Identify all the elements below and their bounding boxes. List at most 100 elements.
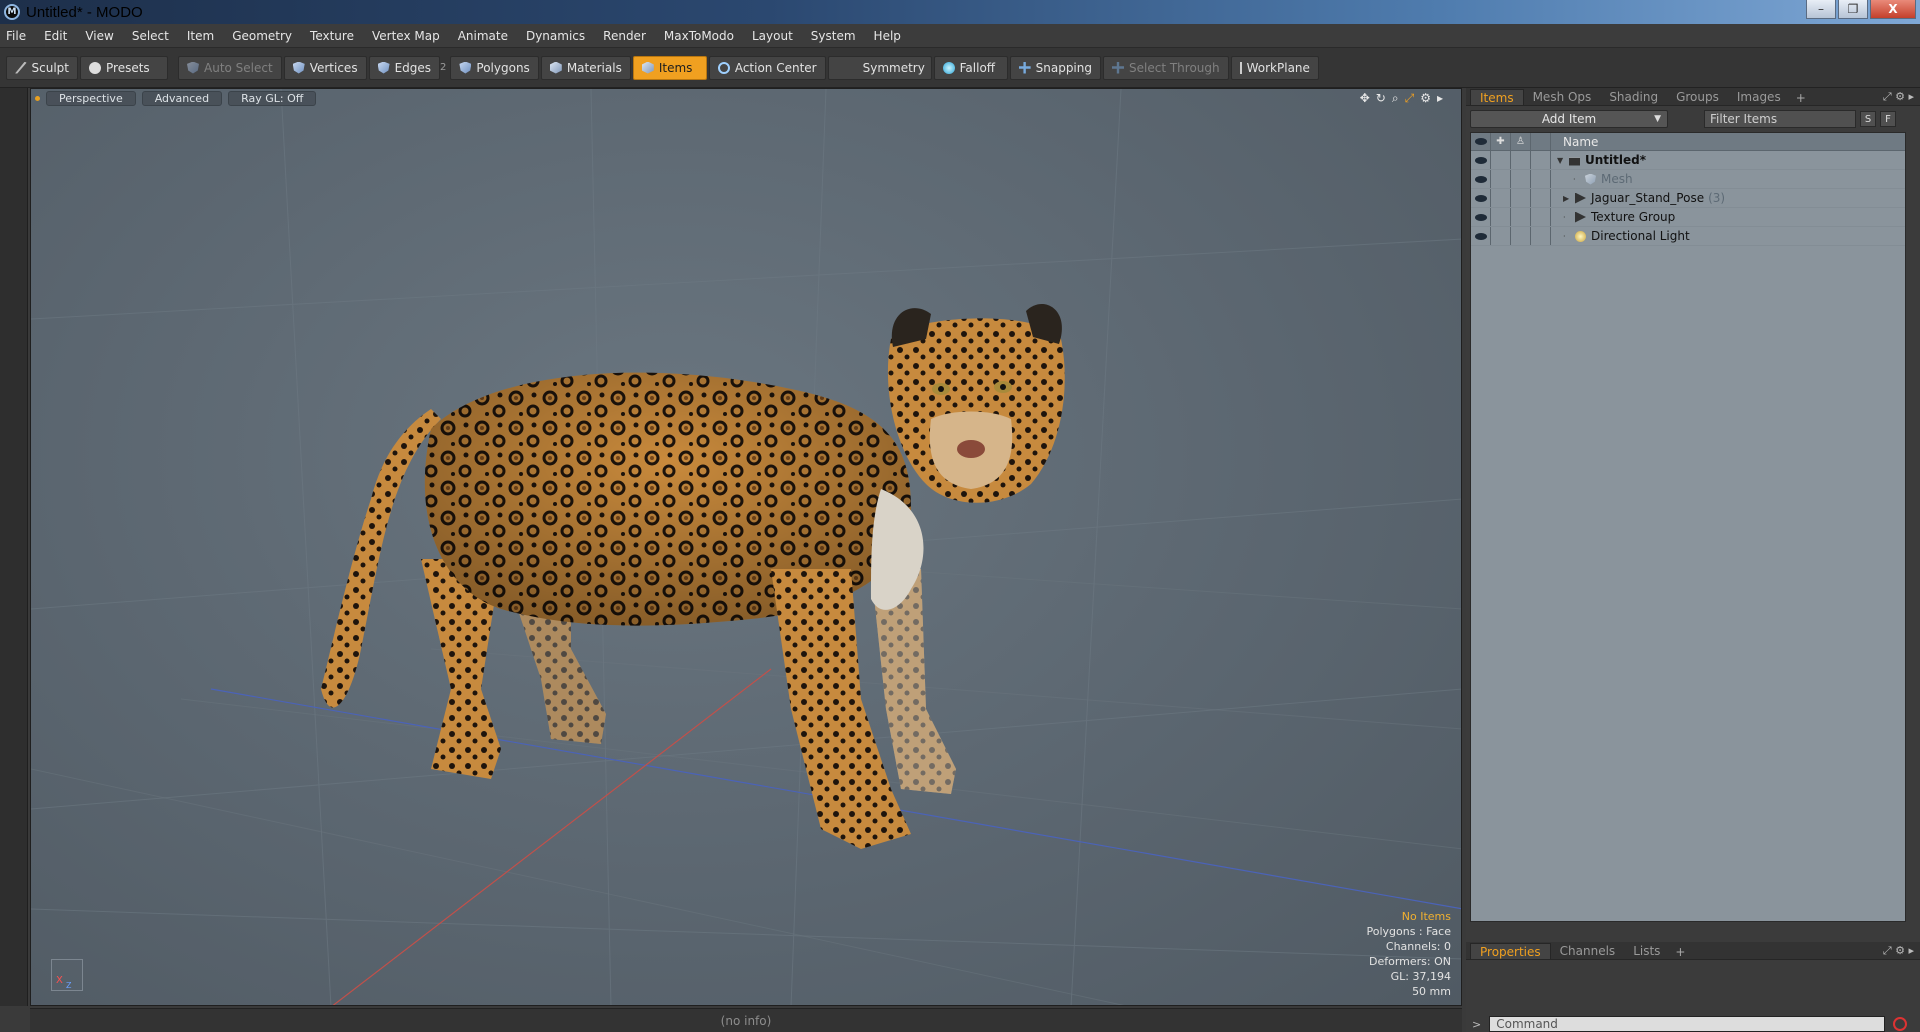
visibility-column-header[interactable] bbox=[1471, 133, 1491, 150]
close-button[interactable]: X bbox=[1870, 0, 1916, 19]
command-input[interactable]: Command bbox=[1489, 1016, 1886, 1032]
tree-row-untitled[interactable]: ▼ Untitled* bbox=[1471, 151, 1905, 170]
select-through-button[interactable]: Select Through bbox=[1103, 55, 1229, 80]
mesh-icon bbox=[1585, 173, 1596, 185]
tree-row-mesh[interactable]: · Mesh bbox=[1471, 170, 1905, 189]
menu-view[interactable]: View bbox=[85, 29, 113, 43]
filter-items-input[interactable]: Filter Items bbox=[1704, 110, 1856, 128]
select-through-icon bbox=[1112, 61, 1124, 74]
command-bar: > Command bbox=[1466, 1016, 1920, 1032]
workplane-button[interactable]: WorkPlane bbox=[1230, 55, 1319, 80]
right-panel: Items Mesh Ops Shading Groups Images + ⤢… bbox=[1466, 88, 1920, 1032]
zoom-icon[interactable]: ⌕ bbox=[1392, 91, 1399, 106]
eye-icon bbox=[1474, 213, 1487, 221]
add-tab-icon[interactable]: + bbox=[1669, 945, 1691, 959]
items-button[interactable]: Items bbox=[632, 55, 707, 80]
advanced-tab[interactable]: Advanced bbox=[141, 90, 223, 106]
menu-geometry[interactable]: Geometry bbox=[232, 29, 292, 43]
tab-images[interactable]: Images bbox=[1728, 89, 1790, 105]
menu-dynamics[interactable]: Dynamics bbox=[526, 29, 585, 43]
jaguar-model[interactable] bbox=[31, 89, 1462, 1006]
viewport-info-overlay: No Items Polygons : Face Channels: 0 Def… bbox=[1366, 909, 1451, 999]
items-icon bbox=[641, 61, 654, 74]
modo-app-icon: M bbox=[4, 4, 20, 20]
menu-animate[interactable]: Animate bbox=[458, 29, 508, 43]
edges-button[interactable]: Edges bbox=[368, 55, 441, 80]
s-button[interactable]: S bbox=[1860, 111, 1876, 127]
axis-z-label: Z bbox=[66, 981, 72, 990]
window-controls: – ❐ X bbox=[1806, 0, 1916, 19]
tab-properties[interactable]: Properties bbox=[1470, 943, 1551, 959]
eye-icon bbox=[1474, 138, 1487, 145]
lock-column-header[interactable]: ✚ bbox=[1491, 133, 1511, 150]
scene-icon bbox=[1569, 157, 1580, 166]
presets-button[interactable]: Presets bbox=[80, 55, 168, 80]
presets-icon bbox=[89, 61, 101, 74]
panel-tools-icons[interactable]: ⤢ ⚙ ▸ bbox=[1883, 944, 1914, 958]
menu-texture[interactable]: Texture bbox=[310, 29, 354, 43]
materials-button[interactable]: Materials bbox=[540, 55, 631, 80]
item-label: Jaguar_Stand_Pose bbox=[1591, 191, 1705, 205]
expand-arrow-icon[interactable]: ▼ bbox=[1557, 156, 1567, 165]
tab-groups[interactable]: Groups bbox=[1667, 89, 1728, 105]
command-prompt: > bbox=[1472, 1017, 1482, 1031]
add-item-dropdown[interactable]: Add Item ▼ bbox=[1470, 110, 1668, 128]
add-tab-icon[interactable]: + bbox=[1790, 91, 1812, 105]
rotate-icon[interactable]: ↻ bbox=[1376, 91, 1386, 106]
auto-select-button[interactable]: Auto Select bbox=[178, 55, 282, 80]
f-button[interactable]: F bbox=[1880, 111, 1896, 127]
properties-panel-tabs: Properties Channels Lists + ⤢ ⚙ ▸ bbox=[1466, 942, 1920, 960]
menu-item[interactable]: Item bbox=[187, 29, 214, 43]
tab-channels[interactable]: Channels bbox=[1551, 943, 1625, 959]
perspective-tab[interactable]: Perspective bbox=[46, 90, 136, 106]
vertices-button[interactable]: Vertices bbox=[283, 55, 367, 80]
tab-mesh-ops[interactable]: Mesh Ops bbox=[1524, 89, 1601, 105]
tree-row-jaguar[interactable]: ▶ Jaguar_Stand_Pose (3) bbox=[1471, 189, 1905, 208]
viewport-settings-icon[interactable]: ⚙ bbox=[1420, 91, 1431, 106]
menu-system[interactable]: System bbox=[811, 29, 856, 43]
item-label: Mesh bbox=[1601, 172, 1633, 186]
tree-row-directional-light[interactable]: · Directional Light bbox=[1471, 227, 1905, 246]
falloff-button[interactable]: Falloff bbox=[933, 55, 1008, 80]
snapping-button[interactable]: Snapping bbox=[1009, 55, 1101, 80]
viewport-menu-arrow-icon[interactable]: ▸ bbox=[1437, 91, 1443, 106]
sculpt-button[interactable]: Sculpt bbox=[6, 55, 78, 80]
render-column-header[interactable]: ♙ bbox=[1511, 133, 1531, 150]
menu-select[interactable]: Select bbox=[132, 29, 169, 43]
tab-shading[interactable]: Shading bbox=[1600, 89, 1667, 105]
item-label: Texture Group bbox=[1591, 210, 1676, 224]
vertices-icon bbox=[292, 61, 305, 74]
gl-info: GL: 37,194 bbox=[1390, 970, 1451, 983]
menu-layout[interactable]: Layout bbox=[752, 29, 793, 43]
panel-tools-icons[interactable]: ⤢ ⚙ ▸ bbox=[1883, 90, 1914, 104]
tab-lists[interactable]: Lists bbox=[1624, 943, 1669, 959]
eye-icon bbox=[1474, 156, 1487, 164]
edges-icon bbox=[377, 61, 390, 74]
minimize-button[interactable]: – bbox=[1806, 0, 1836, 19]
tab-items[interactable]: Items bbox=[1470, 89, 1524, 105]
main-toolbar: Sculpt Presets Auto Select Vertices Edge… bbox=[0, 48, 1920, 88]
item-label: Untitled* bbox=[1585, 153, 1646, 167]
axis-x-label: X bbox=[56, 975, 63, 986]
maximize-button[interactable]: ❐ bbox=[1838, 0, 1868, 19]
status-bar: (no info) bbox=[30, 1008, 1462, 1032]
3d-viewport[interactable]: Perspective Advanced Ray GL: Off ✥ ↻ ⌕ ⤢… bbox=[30, 88, 1462, 1006]
menu-edit[interactable]: Edit bbox=[44, 29, 67, 43]
menu-help[interactable]: Help bbox=[874, 29, 901, 43]
viewport-header: Perspective Advanced Ray GL: Off bbox=[31, 89, 1461, 107]
symmetry-button[interactable]: Symmetry bbox=[827, 55, 932, 80]
expand-arrow-icon[interactable]: ▶ bbox=[1563, 194, 1573, 203]
polygons-button[interactable]: Polygons bbox=[450, 55, 539, 80]
menu-vertex-map[interactable]: Vertex Map bbox=[372, 29, 440, 43]
menu-maxtomodo[interactable]: MaxToModo bbox=[664, 29, 734, 43]
menu-file[interactable]: File bbox=[6, 29, 26, 43]
name-column-header[interactable]: Name bbox=[1551, 135, 1598, 149]
menu-render[interactable]: Render bbox=[603, 29, 646, 43]
menu-bar: File Edit View Select Item Geometry Text… bbox=[0, 24, 1920, 48]
tree-row-texture-group[interactable]: · Texture Group bbox=[1471, 208, 1905, 227]
action-center-button[interactable]: Action Center bbox=[708, 55, 826, 80]
pan-icon[interactable]: ✥ bbox=[1360, 91, 1370, 106]
raygl-tab[interactable]: Ray GL: Off bbox=[228, 90, 317, 106]
maximize-viewport-icon[interactable]: ⤢ bbox=[1405, 91, 1415, 106]
record-icon[interactable] bbox=[1893, 1017, 1908, 1031]
